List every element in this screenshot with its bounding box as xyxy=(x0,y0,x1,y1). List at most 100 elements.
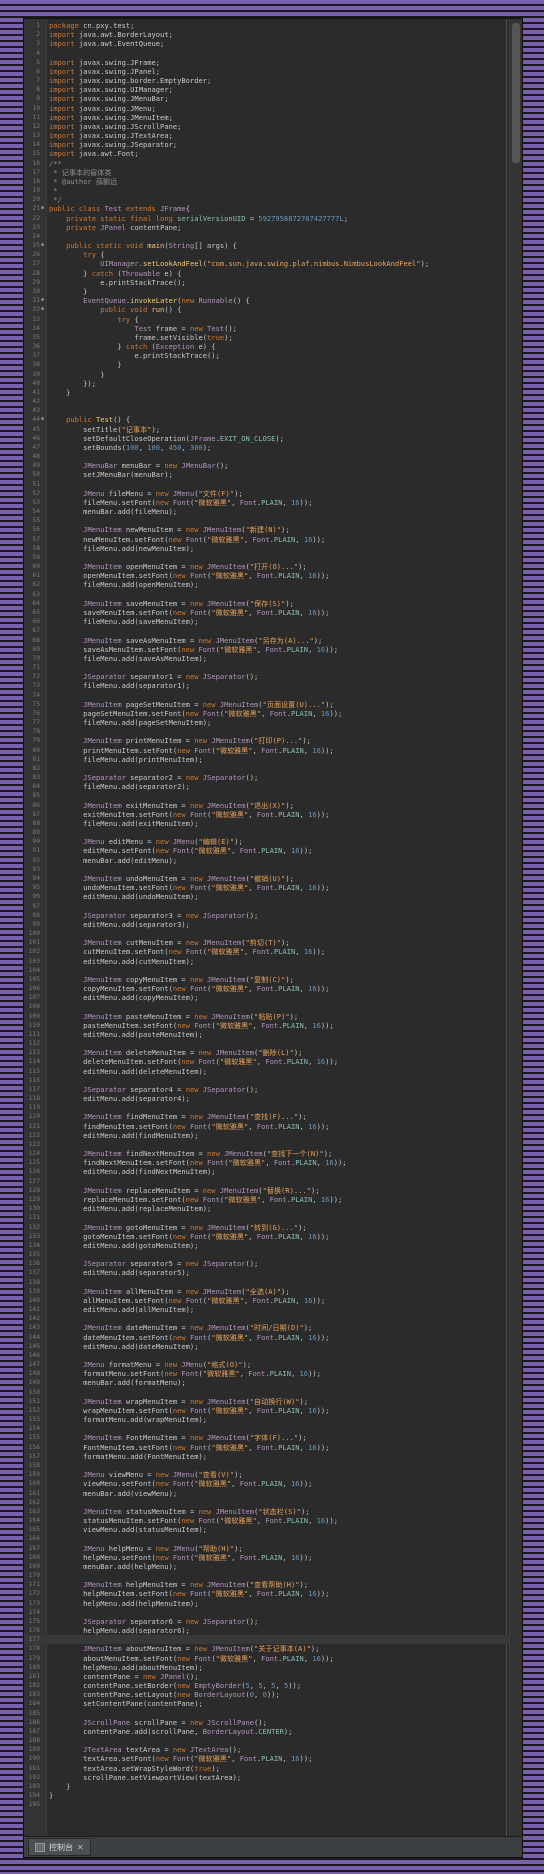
code-line[interactable]: 185 xyxy=(24,1709,522,1718)
code-line[interactable]: 187 contentPane.add(scrollPane, BorderLa… xyxy=(24,1727,522,1736)
fold-icon[interactable]: ● xyxy=(41,241,46,250)
fold-icon[interactable]: ● xyxy=(41,415,46,424)
code-line[interactable]: 46 setDefaultCloseOperation(JFrame.EXIT_… xyxy=(24,434,522,443)
code-line[interactable]: 31 ● EventQueue.invokeLater(new Runnable(… xyxy=(24,296,522,305)
code-line[interactable]: 33 try { xyxy=(24,315,522,324)
code-line[interactable]: 74 xyxy=(24,691,522,700)
code-line[interactable]: 32 ● public void run() { xyxy=(24,305,522,314)
code-line[interactable]: 78 xyxy=(24,727,522,736)
code-line[interactable]: 8 import javax.swing.UIManager; xyxy=(24,85,522,94)
code-line[interactable]: 178 JMenuItem aboutMenuItem = new JMenuI… xyxy=(24,1644,522,1653)
code-line[interactable]: 165 viewMenu.add(statusMenuItem); xyxy=(24,1525,522,1534)
code-line[interactable]: 174 xyxy=(24,1608,522,1617)
code-line[interactable]: 7 import javax.swing.border.EmptyBorder; xyxy=(24,76,522,85)
code-line[interactable]: 195 xyxy=(24,1800,522,1809)
close-icon[interactable]: ✕ xyxy=(77,1843,84,1852)
code-line[interactable]: 28 } catch (Throwable e) { xyxy=(24,269,522,278)
code-line[interactable]: 16 /** xyxy=(24,159,522,168)
code-line[interactable]: 47 setBounds(100, 100, 450, 300); xyxy=(24,443,522,452)
code-line[interactable]: 147 JMenu formatMenu = new JMenu("格式(O)"… xyxy=(24,1360,522,1369)
code-line[interactable]: 24 xyxy=(24,232,522,241)
code-line[interactable]: 90 JMenu editMenu = new JMenu("编辑(E)"); xyxy=(24,837,522,846)
code-line[interactable]: 190 textArea.setFont(new Font("微软雅黑", Fo… xyxy=(24,1754,522,1763)
code-line[interactable]: 84 fileMenu.add(separator2); xyxy=(24,782,522,791)
code-line[interactable]: 4 xyxy=(24,49,522,58)
code-line[interactable]: 99 editMenu.add(separator3); xyxy=(24,920,522,929)
code-line[interactable]: 105 JMenuItem copyMenuItem = new JMenuIt… xyxy=(24,975,522,984)
code-line[interactable]: 179 aboutMenuItem.setFont(new Font("微软雅黑… xyxy=(24,1654,522,1663)
code-line[interactable]: 45 setTitle("记事本"); xyxy=(24,425,522,434)
code-line[interactable]: 27 UIManager.setLookAndFeel("com.sun.jav… xyxy=(24,259,522,268)
code-line[interactable]: 130 editMenu.add(replaceMenuItem); xyxy=(24,1204,522,1213)
code-line[interactable]: 81 fileMenu.add(printMenuItem); xyxy=(24,755,522,764)
code-line[interactable]: 155 JMenuItem FontMenuItem = new JMenuIt… xyxy=(24,1433,522,1442)
code-line[interactable]: 12 import javax.swing.JScrollPane; xyxy=(24,122,522,131)
code-line[interactable]: 169 menuBar.add(helpMenu); xyxy=(24,1562,522,1571)
code-line[interactable]: 76 pageSetMenuItem.setFont(new Font("微软雅… xyxy=(24,709,522,718)
code-line[interactable]: 104 xyxy=(24,966,522,975)
code-line[interactable]: 36 } catch (Exception e) { xyxy=(24,342,522,351)
code-line[interactable]: 121 findMenuItem.setFont(new Font("微软雅黑"… xyxy=(24,1122,522,1131)
code-line[interactable]: 128 JMenuItem replaceMenuItem = new JMen… xyxy=(24,1186,522,1195)
code-line[interactable]: 125 findNextMenuItem.setFont(new Font("微… xyxy=(24,1158,522,1167)
code-line[interactable]: 73 fileMenu.add(separator1); xyxy=(24,681,522,690)
code-line[interactable]: 44 ● public Test() { xyxy=(24,415,522,424)
code-line[interactable]: 140 allMenuItem.setFont(new Font("微软雅黑",… xyxy=(24,1296,522,1305)
code-line[interactable]: 149 menuBar.add(formatMenu); xyxy=(24,1378,522,1387)
code-line[interactable]: 106 copyMenuItem.setFont(new Font("微软雅黑"… xyxy=(24,984,522,993)
code-line[interactable]: 15 import java.awt.Font; xyxy=(24,149,522,158)
code-line[interactable]: 191 textArea.setWrapStyleWord(true); xyxy=(24,1764,522,1773)
code-line[interactable]: 124 JMenuItem findNextMenuItem = new JMe… xyxy=(24,1149,522,1158)
code-line[interactable]: 25 ● public static void main(String[] arg… xyxy=(24,241,522,250)
code-line[interactable]: 161 menuBar.add(viewMenu); xyxy=(24,1489,522,1498)
code-line[interactable]: 131 xyxy=(24,1213,522,1222)
code-line[interactable]: 188 xyxy=(24,1736,522,1745)
code-line[interactable]: 93 xyxy=(24,865,522,874)
code-line[interactable]: 139 JMenuItem allMenuItem = new JMenuIte… xyxy=(24,1287,522,1296)
code-line[interactable]: 48 xyxy=(24,452,522,461)
vertical-scrollbar[interactable] xyxy=(509,19,522,1837)
code-line[interactable]: 186 JScrollPane scrollPane = new JScroll… xyxy=(24,1718,522,1727)
console-tab[interactable]: 控制台 ✕ xyxy=(28,1838,91,1856)
fold-icon[interactable]: ● xyxy=(41,296,46,305)
code-line[interactable]: 189 JTextArea textArea = new JTextArea()… xyxy=(24,1745,522,1754)
code-editor[interactable]: 1 package cn.pxy.test; 2 import java.awt.Bo… xyxy=(24,19,522,1837)
code-line[interactable]: 175 JSeparator separator6 = new JSeparat… xyxy=(24,1617,522,1626)
code-line[interactable]: 69 saveAsMenuItem.setFont(new Font("微软雅黑… xyxy=(24,645,522,654)
code-line[interactable]: 9 import javax.swing.JMenuBar; xyxy=(24,94,522,103)
code-line[interactable]: 110 pasteMenuItem.setFont(new Font("微软雅黑… xyxy=(24,1021,522,1030)
code-line[interactable]: 122 editMenu.add(findMenuItem); xyxy=(24,1131,522,1140)
code-line[interactable]: 119 xyxy=(24,1103,522,1112)
code-line[interactable]: 154 xyxy=(24,1424,522,1433)
code-line[interactable]: 116 xyxy=(24,1076,522,1085)
code-line[interactable]: 153 formatMenu.add(wrapMenuItem); xyxy=(24,1415,522,1424)
code-line[interactable]: 88 fileMenu.add(exitMenuItem); xyxy=(24,819,522,828)
code-line[interactable]: 53 fileMenu.setFont(new Font("微软雅黑", Fon… xyxy=(24,498,522,507)
code-line[interactable]: 166 xyxy=(24,1534,522,1543)
code-line[interactable]: 129 replaceMenuItem.setFont(new Font("微软… xyxy=(24,1195,522,1204)
code-line[interactable]: 100 xyxy=(24,929,522,938)
code-line[interactable]: 80 printMenuItem.setFont(new Font("微软雅黑"… xyxy=(24,746,522,755)
code-line[interactable]: 22 private static final long serialVersi… xyxy=(24,214,522,223)
code-line[interactable]: 34 Test frame = new Test(); xyxy=(24,324,522,333)
code-line[interactable]: 102 cutMenuItem.setFont(new Font("微软雅黑",… xyxy=(24,947,522,956)
code-line[interactable]: 29 e.printStackTrace(); xyxy=(24,278,522,287)
code-line[interactable]: 57 newMenuItem.setFont(new Font("微软雅黑", … xyxy=(24,535,522,544)
code-line[interactable]: 177 xyxy=(24,1635,522,1645)
code-line[interactable]: 162 xyxy=(24,1498,522,1507)
code-line[interactable]: 111 editMenu.add(pasteMenuItem); xyxy=(24,1030,522,1039)
code-line[interactable]: 38 } xyxy=(24,360,522,369)
code-line[interactable]: 43 xyxy=(24,406,522,415)
code-line[interactable]: 137 editMenu.add(separator5); xyxy=(24,1268,522,1277)
code-line[interactable]: 134 editMenu.add(gotoMenuItem); xyxy=(24,1241,522,1250)
code-line[interactable]: 144 dateMenuItem.setFont(new Font("微软雅黑"… xyxy=(24,1333,522,1342)
code-line[interactable]: 109 JMenuItem pasteMenuItem = new JMenuI… xyxy=(24,1012,522,1021)
code-line[interactable]: 66 fileMenu.add(saveMenuItem); xyxy=(24,617,522,626)
code-line[interactable]: 35 frame.setVisible(true); xyxy=(24,333,522,342)
code-line[interactable]: 176 helpMenu.add(separator6); xyxy=(24,1626,522,1635)
code-line[interactable]: 55 xyxy=(24,516,522,525)
code-line[interactable]: 127 xyxy=(24,1177,522,1186)
code-line[interactable]: 10 import javax.swing.JMenu; xyxy=(24,104,522,113)
code-line[interactable]: 83 JSeparator separator2 = new JSeparato… xyxy=(24,773,522,782)
code-line[interactable]: 30 } xyxy=(24,287,522,296)
